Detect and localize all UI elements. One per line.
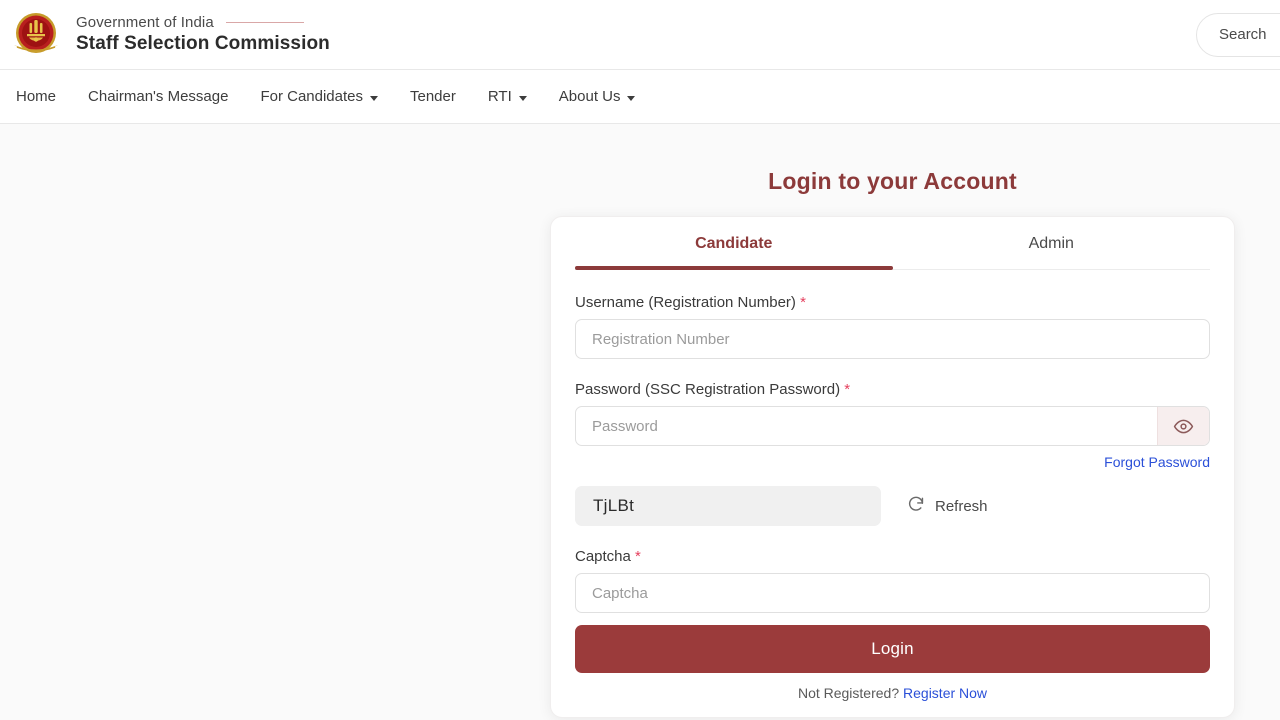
password-input[interactable]	[576, 407, 1157, 445]
page-title: Login to your Account	[768, 168, 1017, 194]
field-username: Username (Registration Number) *	[575, 294, 1210, 359]
nav-item-label: About Us	[558, 88, 621, 105]
captcha-image-box: TjLBt	[575, 486, 881, 526]
nav-item-home[interactable]: Home	[12, 82, 72, 111]
register-prompt-row: Not Registered? Register Now	[575, 673, 1210, 717]
password-label: Password (SSC Registration Password) *	[575, 381, 1210, 398]
forgot-password-link[interactable]: Forgot Password	[1104, 454, 1210, 470]
nav-item-tender[interactable]: Tender	[394, 82, 472, 111]
header-search-label: Search	[1219, 26, 1267, 43]
login-tabs: Candidate Admin	[575, 217, 1210, 270]
required-asterisk: *	[635, 548, 641, 565]
username-label-text: Username (Registration Number)	[575, 294, 796, 311]
captcha-input[interactable]	[576, 574, 1209, 612]
nav-item-label: RTI	[487, 88, 512, 105]
chevron-down-icon	[627, 95, 636, 101]
eye-icon[interactable]	[1157, 407, 1209, 445]
nav-item-label: Tender	[410, 88, 456, 105]
field-password: Password (SSC Registration Password) *	[575, 381, 1210, 446]
tab-candidate-label: Candidate	[695, 235, 773, 252]
login-form: Username (Registration Number) * Passwor…	[575, 270, 1210, 717]
nav-item-label: For Candidates	[260, 88, 363, 105]
required-asterisk: *	[844, 381, 851, 398]
nav-item-about-us[interactable]: About Us	[543, 82, 652, 111]
header-search-pill[interactable]: Search	[1196, 12, 1280, 57]
nav-item-for-candidates[interactable]: For Candidates	[244, 82, 394, 111]
nav-item-label: Chairman's Message	[88, 88, 229, 105]
register-now-link[interactable]: Register Now	[903, 685, 987, 701]
refresh-icon	[907, 495, 925, 517]
captcha-label-text: Captcha	[575, 548, 631, 565]
username-input[interactable]	[576, 320, 1209, 358]
username-input-wrap[interactable]	[575, 319, 1210, 359]
nav-item-chairmans-message[interactable]: Chairman's Message	[72, 82, 244, 111]
organisation-label: Staff Selection Commission	[76, 33, 330, 54]
register-prompt-text: Not Registered?	[797, 685, 900, 701]
refresh-captcha-button[interactable]: Refresh	[907, 495, 988, 517]
username-label: Username (Registration Number) *	[575, 294, 1210, 311]
chevron-down-icon	[370, 95, 378, 101]
main-content: Login to your Account Candidate Admin Us…	[0, 124, 1280, 720]
captcha-label: Captcha *	[575, 548, 1210, 565]
required-asterisk: *	[800, 294, 806, 311]
brand-divider-rule	[225, 22, 304, 23]
login-card: Candidate Admin Username (Registration N…	[550, 216, 1235, 718]
brand-text: Government of India Staff Selection Comm…	[76, 14, 330, 55]
captcha-display-row: TjLBt Refresh	[575, 486, 1210, 526]
tab-admin[interactable]: Admin	[893, 217, 1211, 269]
india-national-emblem-icon	[10, 9, 62, 61]
captcha-input-wrap[interactable]	[575, 573, 1210, 613]
government-label: Government of India	[76, 14, 214, 31]
password-label-text: Password (SSC Registration Password)	[575, 381, 841, 398]
tab-candidate[interactable]: Candidate	[575, 217, 893, 270]
chevron-down-icon	[518, 95, 527, 101]
site-header: Government of India Staff Selection Comm…	[0, 0, 1280, 70]
captcha-code-text: TjLBt	[593, 496, 635, 515]
refresh-label: Refresh	[935, 497, 988, 515]
brand-line-government: Government of India	[76, 14, 330, 31]
nav-item-label: Home	[16, 88, 57, 105]
brand-block[interactable]: Government of India Staff Selection Comm…	[10, 9, 330, 61]
primary-navigation: Home Chairman's Message For Candidates T…	[0, 70, 1280, 124]
password-input-wrap[interactable]	[575, 406, 1210, 446]
field-captcha: Captcha *	[575, 548, 1210, 613]
login-button[interactable]: Login	[575, 625, 1210, 673]
forgot-password-row: Forgot Password	[575, 454, 1210, 472]
tab-admin-label: Admin	[1028, 235, 1074, 252]
nav-item-rti[interactable]: RTI	[472, 82, 543, 111]
